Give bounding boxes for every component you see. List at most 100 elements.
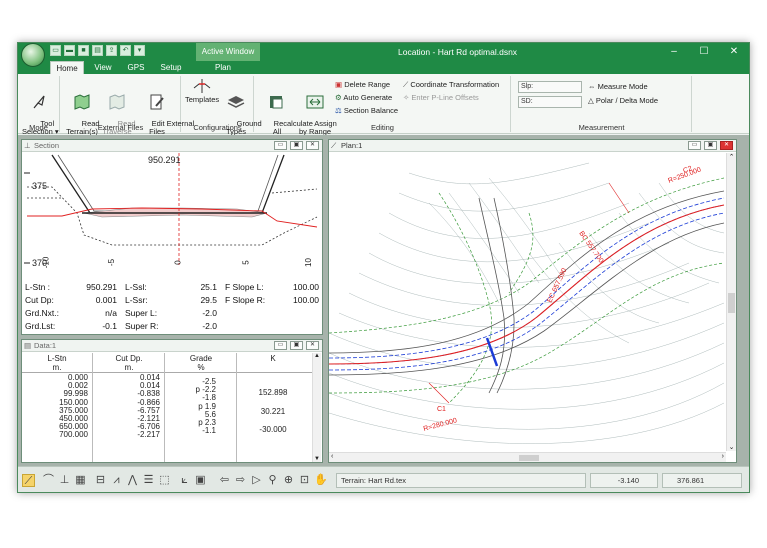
plan-view-canvas[interactable]: C2 R=250.000 BC 557.700 EC 657.590 C1 R=… bbox=[329, 153, 726, 453]
section-close-button[interactable]: ✕ bbox=[306, 141, 319, 150]
open-folder-icon[interactable]: ▬ bbox=[64, 45, 75, 56]
list-tool-icon[interactable]: ☰ bbox=[142, 474, 155, 487]
print-icon[interactable]: ▤ bbox=[92, 45, 103, 56]
plan-window[interactable]: ⟋ Plan:1 ▭ ▣ ✕ C2 R=250.000 BC 557.700 E… bbox=[328, 139, 737, 463]
tab-gps[interactable]: GPS bbox=[122, 61, 150, 74]
mass-haul-icon[interactable]: ⊟ bbox=[94, 474, 107, 487]
k-column: 152.898 30.221 -30.000 bbox=[238, 384, 308, 440]
plan-horizontal-scrollbar[interactable]: ‹ › bbox=[329, 452, 726, 462]
tab-view[interactable]: View bbox=[88, 61, 118, 74]
data-table-icon[interactable]: ▦ bbox=[74, 474, 87, 487]
plan-icon: ⟋ bbox=[331, 141, 337, 150]
enter-pline-offsets-button[interactable]: ✧ Enter P-Line Offsets bbox=[403, 93, 479, 102]
tab-setup[interactable]: Setup bbox=[154, 61, 188, 74]
plan-vscroll-thumb[interactable] bbox=[728, 293, 735, 313]
super-l-label: Super L: bbox=[125, 308, 158, 318]
data-grid-icon: ▤ bbox=[24, 341, 32, 350]
plan-close-button[interactable]: ✕ bbox=[720, 141, 733, 150]
data-window-title: Data:1 bbox=[34, 341, 57, 350]
plan-scroll-left-icon[interactable]: ‹ bbox=[331, 453, 333, 460]
coordinate-transformation-button[interactable]: ⟋ Coordinate Transformation bbox=[403, 80, 499, 90]
col-k-header: K bbox=[270, 354, 276, 363]
section-minimize-button[interactable]: ▭ bbox=[274, 141, 287, 150]
coordinate-transformation-label: Coordinate Transformation bbox=[410, 80, 500, 89]
data-window[interactable]: ▤ Data:1 ▭ ▣ ✕ L-Stn m. Cut Dp. m. Grade %… bbox=[21, 339, 323, 463]
close-button[interactable]: ✕ bbox=[719, 43, 749, 61]
ribbon-tabs: Home View GPS Setup Plan bbox=[18, 61, 749, 74]
title-bar: ▭ ▬ ■ ▤ ⇪ ↶ ▾ Active Window Location - H… bbox=[18, 43, 749, 67]
data-vertical-scrollbar[interactable]: ▲ ▼ bbox=[312, 353, 321, 462]
lstn-column: 0.000 0.002 99.998 150.000 375.000 450.000 650… bbox=[22, 373, 88, 440]
scroll-down-icon[interactable]: ▼ bbox=[313, 456, 321, 462]
section-window-title: Section bbox=[34, 141, 60, 150]
data-minimize-button[interactable]: ▭ bbox=[274, 341, 287, 350]
report-tool-icon[interactable]: ▣ bbox=[194, 474, 207, 487]
section-chart[interactable] bbox=[22, 153, 322, 281]
external-files-group: Read Terrain(s) Read Traverse Edit Exter… bbox=[61, 76, 194, 136]
slp-field[interactable]: Slp: bbox=[518, 81, 582, 93]
3d-view-icon[interactable]: ⬚ bbox=[158, 474, 171, 487]
export-icon[interactable]: ⇪ bbox=[106, 45, 117, 56]
lssr-value: 29.5 bbox=[200, 295, 217, 305]
vertical-curve-icon[interactable]: ⌒ bbox=[42, 474, 55, 487]
forward-arrow-icon[interactable]: ⇨ bbox=[234, 474, 247, 487]
pointer-icon[interactable]: ▷ bbox=[250, 474, 263, 487]
new-file-icon[interactable]: ▭ bbox=[50, 45, 61, 56]
plan-scroll-up-icon[interactable]: ⌃ bbox=[727, 153, 736, 161]
window-title: Location - Hart Rd optimal.dsnx bbox=[398, 47, 518, 57]
data-restore-button[interactable]: ▣ bbox=[290, 341, 303, 350]
plan-vertical-scrollbar[interactable]: ⌃ ⌄ bbox=[726, 153, 736, 451]
coordinate-status-2: 376.861 bbox=[662, 473, 742, 488]
zoom-in-icon[interactable]: ⊕ bbox=[282, 474, 295, 487]
profile-tool-icon[interactable]: ⩘ bbox=[110, 474, 123, 487]
col-grade-header: Grade bbox=[189, 354, 213, 363]
plan-minimize-button[interactable]: ▭ bbox=[688, 141, 701, 150]
editing-group: Recalculate All Assign by Range ▣ Delete… bbox=[255, 76, 511, 136]
section-balance-button[interactable]: ⚖ Section Balance bbox=[335, 106, 398, 115]
plan-hscroll-thumb[interactable] bbox=[519, 455, 539, 461]
measure-tool-icon[interactable]: ⟀ bbox=[178, 474, 191, 487]
templates-button[interactable]: Templates bbox=[185, 78, 219, 104]
section-icon: ⊥ bbox=[24, 141, 31, 150]
plan-scroll-right-icon[interactable]: › bbox=[722, 453, 724, 460]
measure-mode-button[interactable]: ⇔ Measure Mode bbox=[588, 82, 648, 91]
section-info-panel: L-Stn : 950.291 L-Ssl: 25.1 F Slope L: 1… bbox=[25, 282, 321, 334]
mode-group: Tool Selection ▾ Mode bbox=[18, 76, 60, 136]
section-tool-icon[interactable]: ⊥ bbox=[58, 474, 71, 487]
delete-range-button[interactable]: ▣ Delete Range bbox=[335, 80, 390, 89]
alignment-tool-icon[interactable]: ⟋ bbox=[22, 474, 35, 487]
super-elevation-icon[interactable]: ⋀ bbox=[126, 474, 139, 487]
layers-icon bbox=[227, 96, 245, 108]
section-window[interactable]: ⊥ Section ▭ ▣ ✕ 950.291 375 370 -10 -5 0… bbox=[21, 139, 323, 335]
ribbon: Tool Selection ▾ Mode Read Terrain(s) Re… bbox=[18, 74, 749, 136]
plan-scroll-down-icon[interactable]: ⌄ bbox=[727, 443, 736, 451]
coordinate-status-1: -3.140 bbox=[590, 473, 658, 488]
map-book-icon bbox=[74, 94, 90, 110]
data-close-button[interactable]: ✕ bbox=[306, 341, 319, 350]
section-station-elevation: 950.291 bbox=[148, 155, 181, 165]
sd-field[interactable]: SD: bbox=[518, 96, 582, 108]
customize-qat-icon[interactable]: ▾ bbox=[134, 45, 145, 56]
lstn-cell: 700.000 bbox=[59, 430, 88, 440]
measurement-group-label: Measurement bbox=[578, 123, 625, 132]
auto-generate-button[interactable]: ⚙ Auto Generate bbox=[335, 93, 392, 102]
undo-icon[interactable]: ↶ bbox=[120, 45, 131, 56]
save-icon[interactable]: ■ bbox=[78, 45, 89, 56]
delete-range-icon: ▣ bbox=[335, 80, 343, 89]
section-restore-button[interactable]: ▣ bbox=[290, 141, 303, 150]
scroll-up-icon[interactable]: ▲ bbox=[313, 353, 321, 359]
pan-hand-icon[interactable]: ✋ bbox=[314, 474, 328, 487]
data-window-titlebar[interactable]: ▤ Data:1 ▭ ▣ ✕ bbox=[22, 340, 322, 352]
back-arrow-icon[interactable]: ⇦ bbox=[218, 474, 231, 487]
zoom-window-icon[interactable]: ⊡ bbox=[298, 474, 311, 487]
tab-home[interactable]: Home bbox=[50, 61, 84, 74]
maximize-button[interactable]: ☐ bbox=[689, 43, 719, 61]
tab-plan[interactable]: Plan bbox=[210, 61, 236, 74]
polar-delta-mode-button[interactable]: △ Polar / Delta Mode bbox=[588, 96, 658, 105]
section-window-titlebar[interactable]: ⊥ Section ▭ ▣ ✕ bbox=[22, 140, 322, 152]
application-menu-button[interactable] bbox=[21, 43, 45, 67]
plan-window-titlebar[interactable]: ⟋ Plan:1 ▭ ▣ ✕ bbox=[329, 140, 736, 152]
zoom-icon[interactable]: ⚲ bbox=[266, 474, 279, 487]
minimize-button[interactable]: – bbox=[659, 43, 689, 61]
plan-restore-button[interactable]: ▣ bbox=[704, 141, 717, 150]
